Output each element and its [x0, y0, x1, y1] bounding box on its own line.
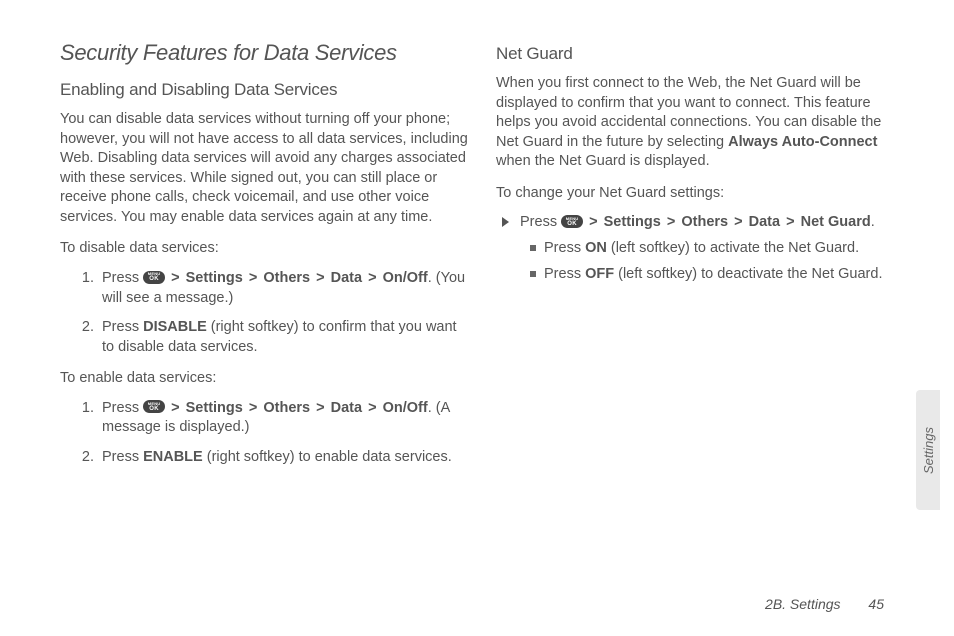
path-data: Data	[749, 214, 780, 230]
enable-step-1: Press MENUOK > Settings > Others > Data …	[98, 399, 468, 438]
enable-subhead: To enable data services:	[60, 369, 468, 389]
breadcrumb-separator-icon: >	[171, 270, 179, 286]
path-settings: Settings	[604, 214, 661, 230]
side-tab: Settings	[916, 390, 940, 510]
path-settings: Settings	[186, 400, 243, 416]
bold-auto-connect: Always Auto-Connect	[728, 134, 877, 150]
square-bullet-icon	[530, 245, 536, 251]
path-onoff: On/Off	[383, 270, 428, 286]
footer-page-number: 45	[868, 596, 884, 612]
disable-step-2: Press DISABLE (right softkey) to confirm…	[98, 318, 468, 357]
disable-subhead: To disable data services:	[60, 239, 468, 259]
bullet-step: Press MENUOK > Settings > Others > Data …	[496, 213, 904, 233]
text: (right softkey) to enable data services.	[203, 449, 452, 465]
breadcrumb-separator-icon: >	[249, 270, 257, 286]
text: OK	[149, 406, 159, 412]
breadcrumb-separator-icon: >	[667, 214, 675, 230]
path-data: Data	[331, 270, 362, 286]
menu-ok-key-icon: MENUOK	[561, 215, 583, 228]
bold-enable: ENABLE	[143, 449, 203, 465]
enable-steps: Press MENUOK > Settings > Others > Data …	[60, 399, 468, 468]
triangle-bullet-icon	[502, 217, 509, 227]
breadcrumb-separator-icon: >	[249, 400, 257, 416]
left-column: Security Features for Data Services Enab…	[60, 40, 468, 479]
menu-ok-key-icon: MENUOK	[143, 271, 165, 284]
section-title-1: Enabling and Disabling Data Services	[60, 80, 468, 100]
intro-paragraph-2: When you first connect to the Web, the N…	[496, 74, 904, 172]
bold-off: OFF	[585, 266, 614, 282]
path-others: Others	[263, 270, 310, 286]
breadcrumb-separator-icon: >	[589, 214, 597, 230]
text: Press	[102, 319, 143, 335]
text: (left softkey) to activate the Net Guard…	[607, 240, 859, 256]
path-settings: Settings	[186, 270, 243, 286]
breadcrumb-separator-icon: >	[316, 400, 324, 416]
breadcrumb-separator-icon: >	[368, 270, 376, 286]
disable-step-1: Press MENUOK > Settings > Others > Data …	[98, 269, 468, 308]
path-others: Others	[263, 400, 310, 416]
text: .	[871, 214, 875, 230]
text: Press	[102, 270, 143, 286]
section-title-2: Net Guard	[496, 44, 904, 64]
change-subhead: To change your Net Guard settings:	[496, 184, 904, 204]
square-bullet-icon	[530, 271, 536, 277]
path-netguard: Net Guard	[801, 214, 871, 230]
side-tab-label: Settings	[921, 427, 936, 474]
path-data: Data	[331, 400, 362, 416]
text: (left softkey) to deactivate the Net Gua…	[614, 266, 882, 282]
sub-step-off: Press OFF (left softkey) to deactivate t…	[496, 265, 904, 285]
text: Press	[544, 240, 585, 256]
text: OK	[149, 276, 159, 282]
page-footer: 2B. Settings 45	[765, 596, 884, 612]
text: OK	[567, 221, 577, 227]
bold-on: ON	[585, 240, 607, 256]
breadcrumb-separator-icon: >	[316, 270, 324, 286]
text: Press	[520, 214, 561, 230]
text: Press	[102, 400, 143, 416]
footer-section: 2B. Settings	[765, 596, 841, 612]
sub-step-on: Press ON (left softkey) to activate the …	[496, 239, 904, 259]
bold-disable: DISABLE	[143, 319, 207, 335]
breadcrumb-separator-icon: >	[734, 214, 742, 230]
breadcrumb-separator-icon: >	[786, 214, 794, 230]
page-heading: Security Features for Data Services	[60, 40, 468, 66]
right-column: Net Guard When you first connect to the …	[496, 40, 904, 479]
menu-ok-key-icon: MENUOK	[143, 400, 165, 413]
enable-step-2: Press ENABLE (right softkey) to enable d…	[98, 448, 468, 468]
text: Press	[102, 449, 143, 465]
path-onoff: On/Off	[383, 400, 428, 416]
disable-steps: Press MENUOK > Settings > Others > Data …	[60, 269, 468, 357]
breadcrumb-separator-icon: >	[368, 400, 376, 416]
path-others: Others	[681, 214, 728, 230]
text: when the Net Guard is displayed.	[496, 153, 710, 169]
intro-paragraph-1: You can disable data services without tu…	[60, 110, 468, 227]
breadcrumb-separator-icon: >	[171, 400, 179, 416]
text: Press	[544, 266, 585, 282]
